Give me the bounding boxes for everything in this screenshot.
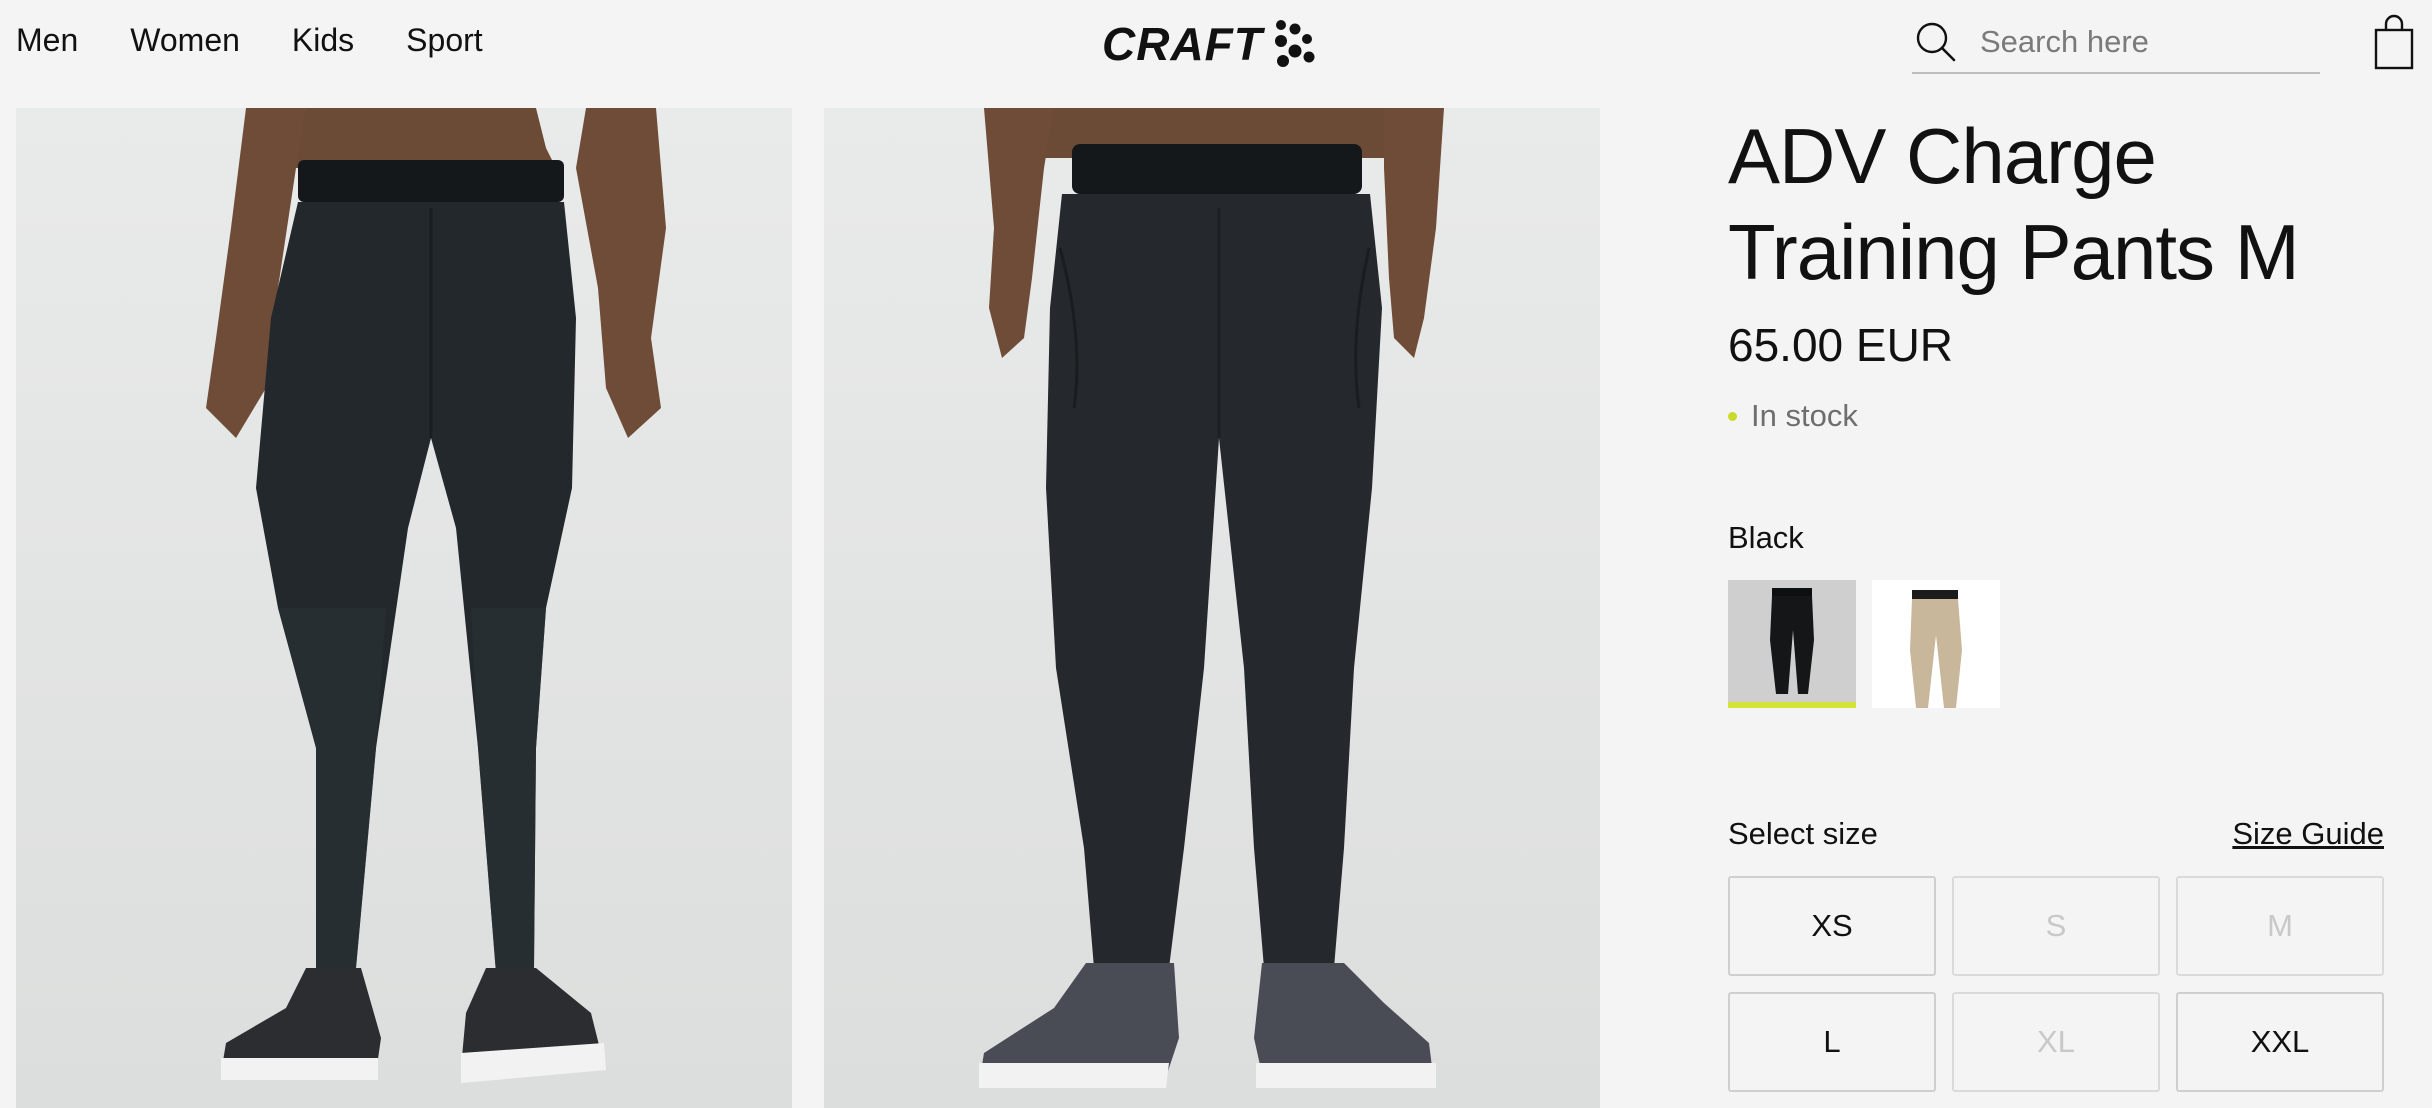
nav-item-kids[interactable]: Kids [292,22,354,59]
product-price: 65.00 EUR [1728,319,1954,371]
black-pants-thumbnail [1770,588,1814,694]
stock-status-text: In stock [1751,398,1858,433]
size-guide-link[interactable]: Size Guide [2232,816,2384,852]
size-header: Select size Size Guide [1728,816,2384,852]
search-input[interactable] [1980,24,2300,60]
craft-logo[interactable]: CRAFT [1102,18,1319,70]
color-swatches [1728,580,2000,708]
product-title: ADV Charge Training Pants M [1728,108,2384,300]
size-option-xl[interactable]: XL [1952,992,2160,1092]
pants-back-illustration [206,108,666,1083]
product-title-line-1: ADV Charge [1728,112,2157,200]
select-size-label: Select size [1728,816,1878,851]
beige-pants-thumbnail [1910,590,1962,708]
color-swatch-black[interactable] [1728,580,1856,708]
product-info: ADV Charge Training Pants M 65.00 EUR In… [1728,108,2384,1092]
color-swatch-beige[interactable] [1872,580,2000,708]
logo-text: CRAFT [1102,18,1263,70]
product-image-back[interactable] [16,108,792,1108]
size-option-l[interactable]: L [1728,992,1936,1092]
main-nav: Men Women Kids Sport [16,22,483,59]
shopping-bag-icon[interactable] [2374,14,2414,70]
stock-dot-icon [1728,411,1737,421]
size-option-s[interactable]: S [1952,876,2160,976]
size-option-m[interactable]: M [2176,876,2384,976]
selected-color-label: Black [1728,520,1804,555]
site-header: Men Women Kids Sport CRAFT [0,0,2432,88]
nav-item-sport[interactable]: Sport [406,22,482,59]
logo-dots-icon [1274,20,1315,67]
search-bar [1912,12,2320,74]
product-title-line-2: Training Pants M [1728,208,2300,296]
product-image-front[interactable] [824,108,1600,1108]
size-option-xxl[interactable]: XXL [2176,992,2384,1092]
nav-item-men[interactable]: Men [16,22,78,59]
nav-item-women[interactable]: Women [130,22,240,59]
stock-status: In stock [1728,398,1858,434]
pants-front-illustration [979,108,1444,1088]
search-icon[interactable] [1914,20,1958,64]
size-option-xs[interactable]: XS [1728,876,1936,976]
size-options: XS S M L XL XXL [1728,876,2384,1092]
